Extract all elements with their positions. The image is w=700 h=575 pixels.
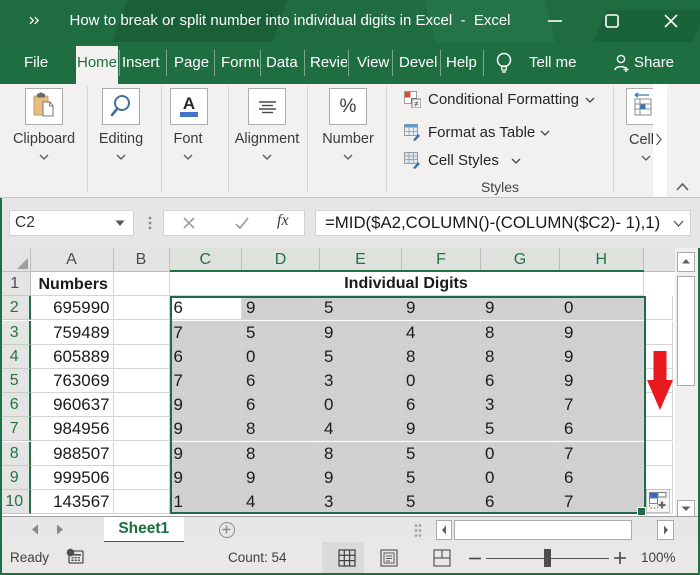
svg-text:≠: ≠ (414, 100, 419, 109)
svg-text:%: % (340, 96, 357, 117)
svg-text:A: A (183, 94, 195, 113)
